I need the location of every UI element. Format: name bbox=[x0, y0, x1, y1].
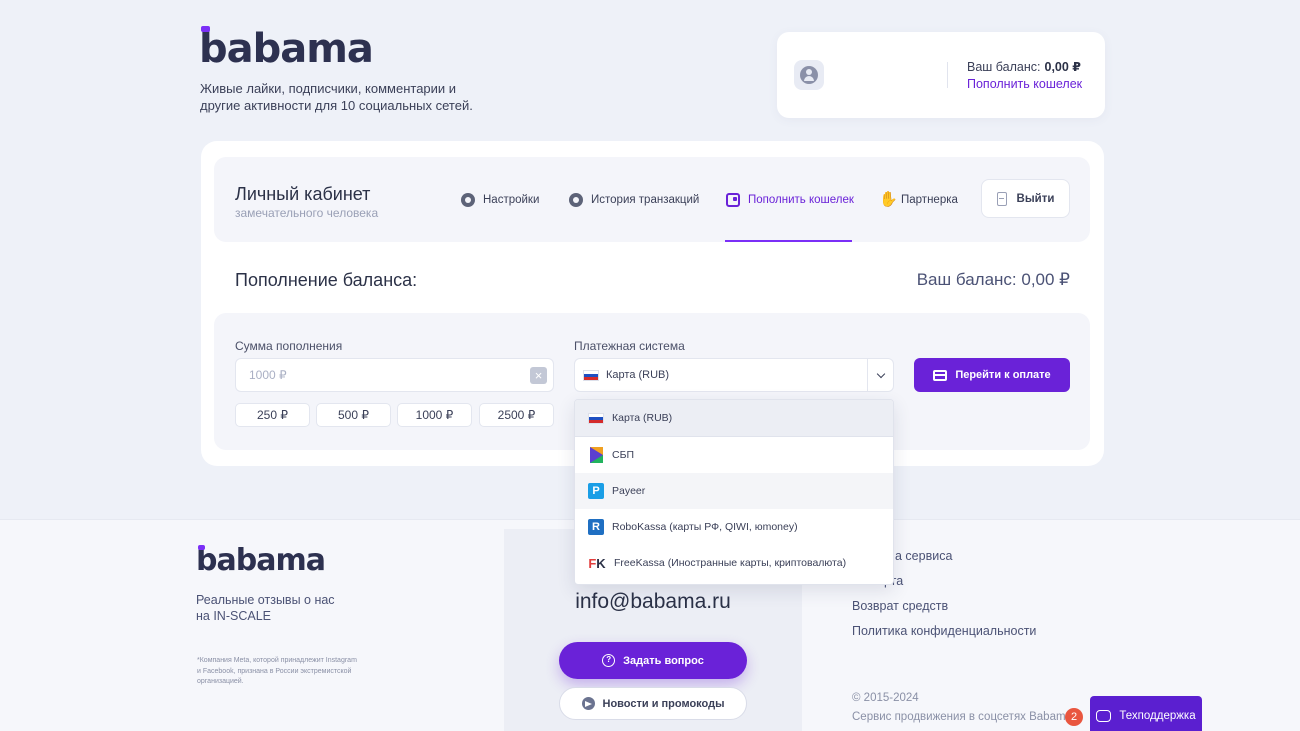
freekassa-icon: FK bbox=[588, 555, 606, 571]
gear-icon bbox=[461, 193, 475, 207]
header-balance: Ваш баланс: 0,00 ₽ bbox=[967, 59, 1081, 74]
selected-payment: Карта (RUB) bbox=[606, 369, 670, 381]
handshake-icon: ✋ bbox=[879, 191, 898, 208]
nav-label: Пополнить кошелек bbox=[748, 194, 854, 206]
robokassa-icon: R bbox=[588, 519, 604, 535]
option-label: FreeKassa (Иностранные карты, криптовалю… bbox=[614, 557, 847, 569]
nav-label: Настройки bbox=[483, 194, 540, 206]
footer-link-service-rules[interactable]: а сервиса bbox=[895, 549, 952, 563]
option-label: RoboKassa (карты РФ, QIWI, юmoney) bbox=[612, 521, 798, 533]
meta-disclaimer: *Компания Meta, которой принадлежит Inst… bbox=[197, 657, 357, 685]
topup-wallet-link[interactable]: Пополнить кошелек bbox=[967, 77, 1082, 91]
russia-flag-icon bbox=[588, 412, 604, 424]
support-label: Техподдержка bbox=[1119, 710, 1196, 722]
support-chat-button[interactable]: Техподдержка bbox=[1090, 696, 1202, 731]
news-promocodes-button[interactable]: Новости и промокоды bbox=[559, 687, 747, 720]
balance-label: Ваш баланс: bbox=[967, 60, 1041, 74]
go-to-payment-button[interactable]: Перейти к оплате bbox=[914, 358, 1070, 392]
amount-input[interactable] bbox=[236, 359, 516, 391]
amount-chip-2500[interactable]: 2500 ₽ bbox=[479, 403, 554, 427]
amount-chip-500[interactable]: 500 ₽ bbox=[316, 403, 391, 427]
reviews-link[interactable]: Реальные отзывы о нас на IN-SCALE bbox=[196, 592, 336, 624]
section-balance: Ваш баланс: 0,00 ₽ bbox=[916, 270, 1070, 289]
ask-label: Задать вопрос bbox=[623, 654, 704, 667]
cabinet-title: Личный кабинет bbox=[235, 184, 371, 204]
payment-option-payeer[interactable]: P Payeer bbox=[575, 473, 893, 509]
notification-badge: 2 bbox=[1065, 708, 1083, 726]
tagline: Живые лайки, подписчики, комментарии и д… bbox=[200, 81, 473, 113]
ask-question-button[interactable]: ? Задать вопрос bbox=[559, 642, 747, 679]
copyright-text: Сервис продвижения в соцсетях Babam bbox=[852, 711, 1066, 723]
babama-logo[interactable]: babama bbox=[199, 26, 374, 72]
avatar[interactable] bbox=[794, 60, 824, 90]
amount-label: Сумма пополнения bbox=[235, 339, 343, 353]
amount-chip-1000[interactable]: 1000 ₽ bbox=[397, 403, 472, 427]
nav-partner[interactable]: ✋ Партнерка bbox=[879, 191, 958, 208]
logo-accent bbox=[198, 545, 205, 550]
nav-label: История транзакций bbox=[591, 194, 700, 206]
balance-value: 0,00 ₽ bbox=[1044, 60, 1082, 74]
divider bbox=[947, 62, 948, 88]
russia-flag-icon bbox=[583, 369, 599, 381]
logo-text: babama bbox=[199, 26, 374, 72]
nav-settings[interactable]: Настройки bbox=[461, 193, 539, 207]
nav-transaction-history[interactable]: История транзакций bbox=[569, 193, 699, 207]
section-title: Пополнение баланса: bbox=[235, 270, 418, 290]
payment-option-sbp[interactable]: СБП bbox=[575, 437, 893, 473]
question-icon: ? bbox=[602, 654, 616, 667]
payment-system-select[interactable]: Карта (RUB) bbox=[574, 358, 894, 392]
telegram-icon bbox=[581, 697, 595, 710]
nav-label: Партнерка bbox=[901, 194, 958, 206]
logout-button[interactable]: Выйти bbox=[981, 179, 1070, 218]
amount-chip-250[interactable]: 250 ₽ bbox=[235, 403, 310, 427]
payment-option-robokassa[interactable]: R RoboKassa (карты РФ, QIWI, юmoney) bbox=[575, 509, 893, 545]
sbp-icon bbox=[588, 447, 604, 463]
logout-icon bbox=[996, 191, 1007, 206]
balance-card: Ваш баланс: 0,00 ₽ Пополнить кошелек bbox=[777, 32, 1105, 118]
contact-email[interactable]: info@babama.ru bbox=[504, 590, 802, 614]
footer-logo-text: babama bbox=[196, 543, 326, 578]
copyright-years: © 2015-2024 bbox=[852, 692, 919, 704]
news-label: Новости и промокоды bbox=[602, 697, 725, 710]
clear-icon[interactable]: × bbox=[530, 367, 547, 384]
payment-dropdown: Карта (RUB) СБП P Payeer R RoboKassa (ка… bbox=[574, 399, 894, 585]
active-tab-indicator bbox=[725, 240, 852, 242]
gear-icon bbox=[569, 193, 583, 207]
cabinet-subtitle: замечательного человека bbox=[235, 206, 379, 220]
pay-button-label: Перейти к оплате bbox=[955, 369, 1051, 381]
logo-accent bbox=[201, 26, 210, 32]
footer-logo[interactable]: babama bbox=[196, 543, 326, 578]
payeer-icon: P bbox=[588, 483, 604, 499]
option-label: Payeer bbox=[612, 485, 646, 497]
chevron-down-icon bbox=[867, 359, 893, 391]
option-label: Карта (RUB) bbox=[612, 412, 673, 424]
option-label: СБП bbox=[612, 449, 635, 461]
amount-field: × bbox=[235, 358, 554, 392]
nav-topup-wallet[interactable]: Пополнить кошелек bbox=[726, 193, 854, 207]
footer-link-privacy[interactable]: Политика конфиденциальности bbox=[852, 624, 1036, 638]
logout-label: Выйти bbox=[1016, 192, 1055, 205]
footer-link-refund[interactable]: Возврат средств bbox=[852, 599, 948, 613]
card-icon bbox=[933, 369, 948, 381]
payment-option-freekassa[interactable]: FK FreeKassa (Иностранные карты, криптов… bbox=[575, 545, 893, 581]
payment-option-card[interactable]: Карта (RUB) bbox=[575, 400, 893, 437]
payment-label: Платежная система bbox=[574, 339, 685, 353]
wallet-icon bbox=[726, 193, 740, 207]
chat-icon bbox=[1096, 710, 1112, 722]
user-icon bbox=[800, 66, 818, 84]
